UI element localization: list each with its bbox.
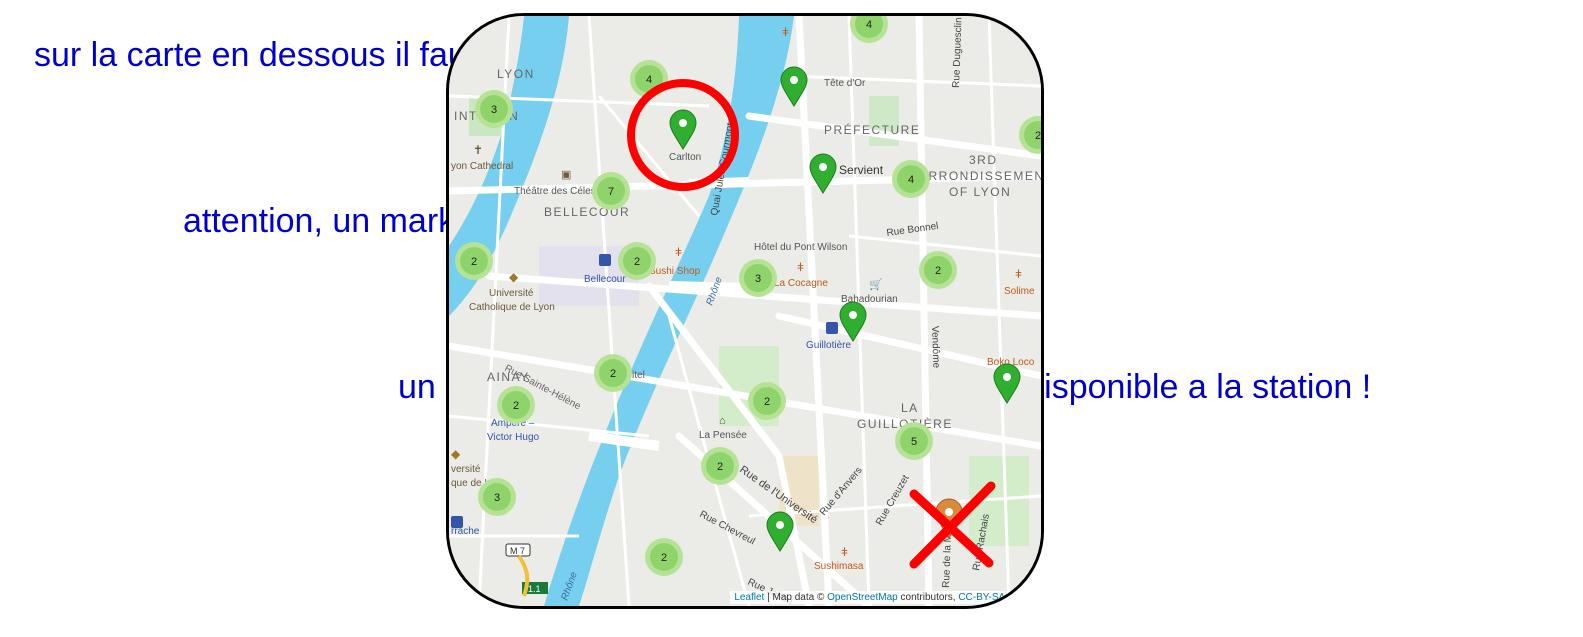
restaurant-icon: ǂ [1015,267,1022,281]
station-map[interactable]: PRÉFECTURE 3RD ARRONDISSEMENT OF LYON BE… [446,13,1044,609]
svg-text:2: 2 [610,368,616,380]
svg-text:3: 3 [494,492,500,504]
cluster-icon[interactable]: 2 [701,447,739,485]
label-solime: Solime [1004,286,1035,297]
svg-text:2: 2 [935,265,941,277]
svg-text:4: 4 [908,174,914,186]
svg-text:3: 3 [491,104,497,116]
map-attribution: Leaflet | Map data © OpenStreetMap contr… [730,591,1037,604]
label-victor-hugo: Victor Hugo [487,432,540,443]
restaurant-icon: ǂ [797,260,804,274]
svg-text:2: 2 [471,256,477,268]
museum-icon: ▣ [561,169,571,181]
label-vendome: Vendôme [929,326,941,369]
svg-text:M 7: M 7 [510,546,525,556]
label-of-lyon: OF LYON [949,185,1011,199]
label-tete-dor: Tête d'Or [824,78,866,89]
restaurant-icon: ǂ [675,245,682,259]
school-icon: ◆ [509,270,519,284]
label-rue-de-la: Rue de la M [941,534,954,588]
label-lyon-top: LYON [497,67,535,81]
label-universite: Université [489,288,534,299]
label-catholique: Catholique de Lyon [469,302,555,313]
cluster-icon[interactable]: 4 [892,160,930,198]
school-icon: ◆ [451,447,461,461]
restaurant-icon: ǂ [841,545,848,559]
cluster-icon[interactable]: 2 [919,251,957,289]
svg-text:4: 4 [646,74,652,86]
restaurant-icon: ǂ [782,25,789,39]
cluster-icon[interactable]: 2 [618,242,656,280]
cluster-icon[interactable]: 2 [748,382,786,420]
label-servient: Servient [839,163,884,177]
svg-text:2: 2 [717,461,723,473]
church-icon: ✝ [473,143,483,157]
leaflet-link[interactable]: Leaflet [734,592,764,603]
label-sushimasa: Sushimasa [814,561,864,572]
train-icon [451,516,463,528]
cluster-icon[interactable]: 5 [895,422,933,460]
svg-text:4: 4 [866,19,872,31]
label-cathedral: yon Cathedral [451,161,513,172]
osm-link[interactable]: OpenStreetMap [827,592,898,603]
shop-icon: 🛒 [869,278,883,291]
label-hotel-pont-wilson: Hôtel du Pont Wilson [754,242,847,253]
label-la-pensee: La Pensée [699,430,747,441]
label-carlton: Carlton [669,152,701,163]
train-icon [599,254,611,266]
svg-text:1.1: 1.1 [528,584,541,594]
svg-text:2: 2 [634,256,640,268]
cluster-icon[interactable]: 2 [455,242,493,280]
label-universite-2: versité [451,464,481,475]
svg-text:2: 2 [764,396,770,408]
train-icon [826,322,838,334]
svg-text:2: 2 [513,400,519,412]
svg-text:3: 3 [755,273,761,285]
svg-text:2: 2 [1035,130,1041,142]
landmark-icon: ⌂ [719,415,726,427]
cluster-icon[interactable]: 3 [475,90,513,128]
label-la: LA [901,401,919,415]
label-arrondissement: ARRONDISSEMENT [919,169,1041,183]
label-3rd: 3RD [969,153,998,167]
label-guillotiere-station: Guillotière [806,340,851,351]
label-bellecour-station: Bellecour [584,274,626,285]
label-prefecture: PRÉFECTURE [824,122,920,137]
license-link[interactable]: CC-BY-SA [958,592,1005,603]
label-sushi-shop: Sushi Shop [649,266,701,277]
svg-text:5: 5 [911,436,917,448]
svg-text:2: 2 [661,552,667,564]
cluster-icon[interactable]: 3 [739,259,777,297]
svg-text:7: 7 [608,186,614,198]
cluster-icon[interactable]: 2 [645,538,683,576]
cluster-icon[interactable]: 2 [594,354,632,392]
cluster-icon[interactable]: 3 [478,478,516,516]
cluster-icon[interactable]: 2 [497,386,535,424]
cluster-icon[interactable]: 7 [592,172,630,210]
label-la-cocagne: La Cocagne [774,278,828,289]
map-canvas[interactable]: PRÉFECTURE 3RD ARRONDISSEMENT OF LYON BE… [449,16,1041,606]
